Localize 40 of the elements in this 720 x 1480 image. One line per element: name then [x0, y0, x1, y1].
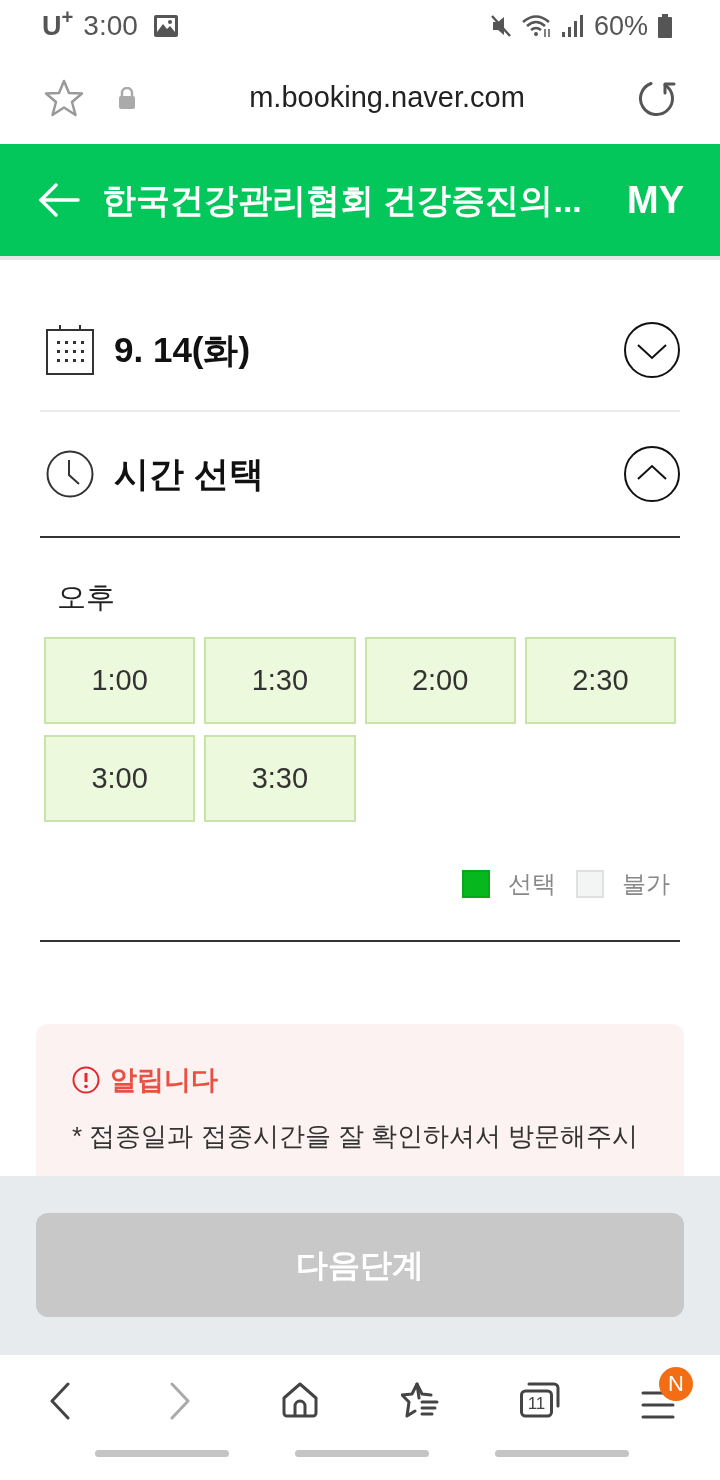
- time-slot[interactable]: 1:30: [204, 637, 356, 724]
- tabs-icon: [520, 1382, 560, 1418]
- signal-icon: [561, 15, 584, 37]
- battery-percentage: 60%: [593, 12, 648, 40]
- mute-icon: [489, 14, 512, 38]
- menu-icon: [641, 1391, 675, 1419]
- back-icon[interactable]: [49, 1382, 71, 1420]
- lock-icon: [118, 87, 136, 109]
- time-slot[interactable]: 3:30: [204, 735, 356, 822]
- page-title: 한국건강관리협회 건강증진의...: [102, 179, 583, 221]
- image-icon: [153, 15, 178, 37]
- period-label: 오후: [57, 580, 115, 616]
- notice-text: * 접종일과 접종시간을 잘 확인하셔서 방문해주시: [72, 1120, 640, 1153]
- clock-time: 3:00: [83, 12, 138, 40]
- tabs-button[interactable]: 11: [520, 1382, 560, 1418]
- time-slot[interactable]: 2:00: [364, 637, 516, 724]
- time-slot[interactable]: 3:00: [44, 735, 196, 822]
- url-text[interactable]: m.booking.naver.com: [136, 76, 638, 120]
- notification-badge: N: [659, 1367, 693, 1401]
- bookmarks-icon[interactable]: [401, 1382, 439, 1418]
- home-icon[interactable]: [282, 1382, 318, 1418]
- legend-label: 선택: [508, 869, 556, 899]
- section-title: 9. 14(화): [114, 328, 252, 371]
- calendar-icon: [46, 325, 94, 375]
- notice-title: 알립니다: [110, 1063, 218, 1097]
- chevron-down-icon[interactable]: [624, 322, 680, 378]
- battery-icon: [658, 14, 672, 38]
- legend-label: 불가: [622, 869, 670, 899]
- reload-icon[interactable]: [638, 79, 676, 117]
- carrier-label: U$^{+}$: [42, 12, 74, 40]
- chevron-up-icon[interactable]: [624, 446, 680, 502]
- star-icon[interactable]: [44, 79, 84, 117]
- wifi-icon: [521, 14, 552, 38]
- section-title: 시간 선택: [114, 452, 265, 495]
- clock-icon: [46, 450, 94, 498]
- accordion-header[interactable]: 시간 선택: [40, 412, 680, 538]
- accordion-header[interactable]: 9. 14(화): [40, 290, 680, 412]
- time-slot[interactable]: 2:30: [524, 637, 676, 724]
- alert-icon: [72, 1066, 100, 1094]
- time-slot[interactable]: 1:00: [44, 637, 196, 724]
